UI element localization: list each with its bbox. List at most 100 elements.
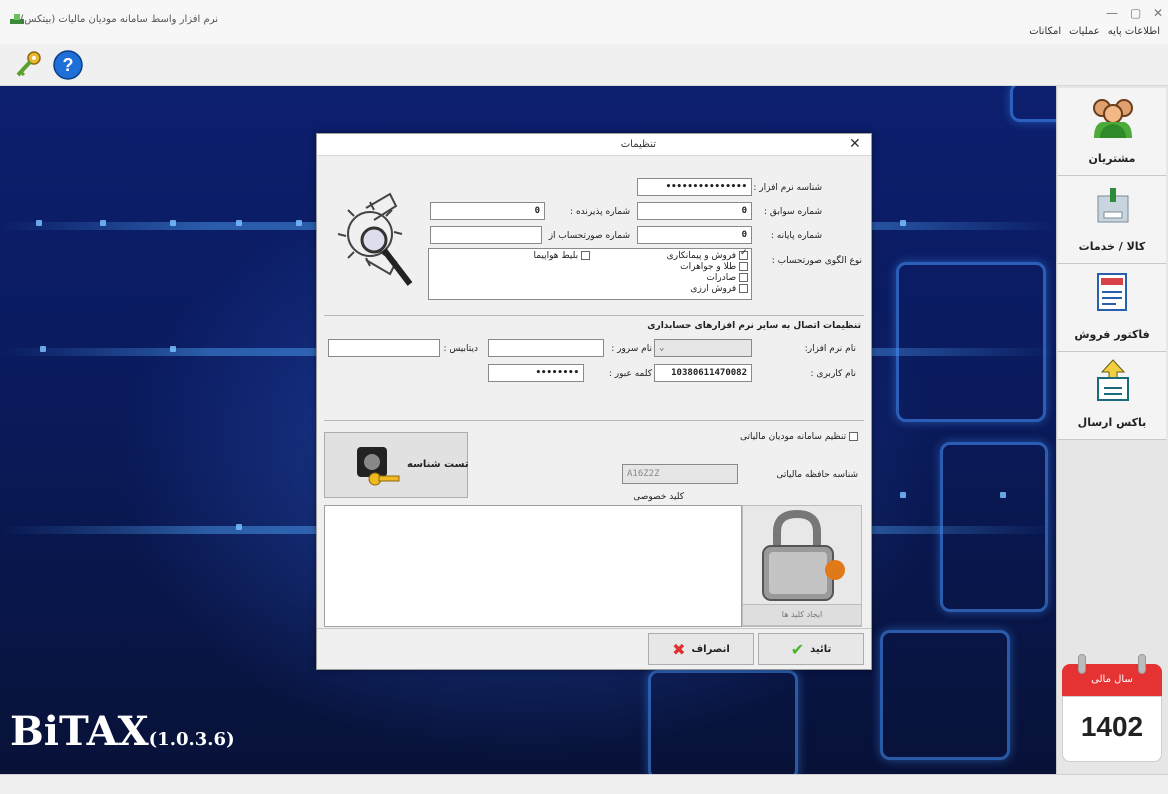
tax-system-setup[interactable]: تنظیم سامانه مودیان مالیاتی bbox=[740, 432, 858, 442]
divider bbox=[324, 315, 864, 316]
calendar-ring bbox=[1138, 654, 1146, 674]
server-name-label: نام سرور : bbox=[611, 344, 652, 354]
checkbox[interactable] bbox=[739, 273, 748, 282]
software-name-select[interactable]: ⌄ bbox=[654, 339, 752, 357]
help-icon[interactable]: ? bbox=[52, 49, 84, 81]
key-lock-icon bbox=[357, 447, 400, 486]
decor-square bbox=[1010, 86, 1056, 122]
pattern-sales-contracting[interactable]: فروش و پیمانکاری bbox=[666, 248, 748, 261]
dialog-title-bar bbox=[317, 134, 871, 156]
test-id-label: تست شناسه bbox=[407, 459, 469, 470]
checkbox[interactable] bbox=[739, 284, 748, 293]
pattern-airline-ticket[interactable]: بلیط هواپیما bbox=[533, 251, 590, 261]
chevron-down-icon: ⌄ bbox=[659, 343, 665, 353]
key-icon[interactable] bbox=[12, 49, 44, 81]
sidebar-item-goods-services[interactable]: کالا / خدمات bbox=[1058, 176, 1166, 264]
pattern-gold-jewelry[interactable]: طلا و جواهرات bbox=[680, 262, 748, 272]
generate-keys-button[interactable]: ایجاد کلید ها bbox=[742, 604, 862, 626]
invoice-from-label: شماره صورتحساب از bbox=[548, 231, 630, 241]
invoice-pattern-label: نوع الگوی صورتحساب : bbox=[771, 256, 862, 266]
password-label: کلمه عبور : bbox=[608, 369, 652, 379]
customers-icon bbox=[1093, 99, 1133, 138]
window-title: نرم افزار واسط سامانه مودیان مالیات (بیت… bbox=[20, 14, 218, 25]
maximize-button[interactable]: ▢ bbox=[1130, 6, 1141, 20]
window-close-button[interactable]: ✕ bbox=[1153, 6, 1163, 20]
memory-id-label: شناسه حافظه مالیاتی bbox=[776, 470, 858, 480]
username-label: نام کاربری : bbox=[810, 369, 856, 379]
menu-item-operations[interactable]: عملیات bbox=[1069, 26, 1100, 37]
terminal-number-field[interactable]: 0 bbox=[637, 226, 752, 244]
cancel-button[interactable]: انصراف ✖ bbox=[648, 633, 754, 665]
minimize-button[interactable]: — bbox=[1106, 6, 1118, 20]
decor-square bbox=[940, 442, 1048, 612]
invoice-from-field[interactable] bbox=[430, 226, 542, 244]
software-id-field[interactable]: ••••••••••••••• bbox=[637, 178, 752, 196]
private-key-textarea[interactable] bbox=[324, 505, 742, 627]
sidebar-item-label: باکس ارسال bbox=[1077, 416, 1147, 429]
decor-dot bbox=[170, 220, 176, 226]
decor-dot bbox=[900, 220, 906, 226]
brand-version: (1.0.3.6) bbox=[148, 729, 235, 750]
checkbox[interactable] bbox=[739, 248, 748, 260]
private-key-label: کلید خصوصی bbox=[633, 492, 684, 502]
brand-logo: BiTAX(1.0.3.6) bbox=[10, 708, 235, 755]
memory-id-field[interactable]: A16Z2Z bbox=[622, 464, 738, 484]
decor-dot bbox=[900, 492, 906, 498]
padlock-icon bbox=[762, 510, 845, 601]
calendar-ring bbox=[1078, 654, 1086, 674]
acceptance-number-field[interactable]: 0 bbox=[430, 202, 545, 220]
goods-services-icon bbox=[1097, 188, 1129, 223]
software-name-label: نام نرم افزار: bbox=[804, 344, 856, 354]
password-field[interactable]: •••••••• bbox=[488, 364, 584, 382]
dialog-title: تنظیمات bbox=[620, 139, 656, 150]
server-name-field[interactable] bbox=[488, 339, 604, 357]
toolbar bbox=[0, 44, 1168, 86]
software-id-label: شناسه نرم افزار : bbox=[753, 183, 822, 193]
confirm-button[interactable]: تائید ✔ bbox=[758, 633, 864, 665]
checkbox[interactable] bbox=[849, 432, 858, 441]
sidebar-item-sales-invoice[interactable]: فاکتور فروش bbox=[1058, 264, 1166, 352]
fiscal-year-calendar[interactable]: سال مالی 1402 bbox=[1062, 650, 1162, 766]
confirm-label: تائید bbox=[810, 643, 832, 655]
checkbox-label: تنظیم سامانه مودیان مالیاتی bbox=[739, 432, 847, 442]
decor-square bbox=[880, 630, 1010, 760]
pattern-exports[interactable]: صادرات bbox=[706, 273, 748, 283]
checkbox-label: فروش و پیمانکاری bbox=[666, 251, 737, 261]
fiscal-year-label: سال مالی bbox=[1062, 664, 1162, 696]
sidebar-item-send-box[interactable]: باکس ارسال bbox=[1058, 352, 1166, 440]
divider bbox=[324, 420, 864, 421]
menu-bar: اطلاعات پایه عملیات امکانات bbox=[1029, 26, 1160, 37]
checkbox[interactable] bbox=[739, 262, 748, 271]
database-label: دیتابیس : bbox=[443, 344, 478, 354]
database-field[interactable] bbox=[328, 339, 440, 357]
decor-dot bbox=[236, 524, 242, 530]
sidebar-item-label: فاکتور فروش bbox=[1074, 328, 1150, 341]
connection-section-title: تنظیمات اتصال به سایر نرم افزارهای حسابد… bbox=[647, 321, 861, 331]
terminal-number-label: شماره پایانه : bbox=[770, 231, 822, 241]
serial-field[interactable]: 0 bbox=[637, 202, 752, 220]
test-id-button[interactable]: تست شناسه bbox=[324, 432, 469, 498]
dialog-close-button[interactable]: ✕ bbox=[849, 136, 861, 152]
svg-text:?: ? bbox=[63, 55, 74, 75]
decor-dot bbox=[1000, 492, 1006, 498]
checkbox[interactable] bbox=[581, 251, 590, 260]
decor-dot bbox=[236, 220, 242, 226]
cross-icon: ✖ bbox=[672, 639, 686, 659]
checkbox-label: فروش ارزی bbox=[690, 284, 737, 294]
checkbox-label: طلا و جواهرات bbox=[680, 262, 737, 272]
decor-dot bbox=[170, 346, 176, 352]
pattern-currency-sales[interactable]: فروش ارزی bbox=[690, 284, 748, 294]
acceptance-number-label: شماره پذیرنده : bbox=[570, 207, 630, 217]
decor-dot bbox=[36, 220, 42, 226]
checkmark-icon: ✔ bbox=[790, 639, 805, 659]
sidebar-item-label: کالا / خدمات bbox=[1078, 240, 1146, 253]
menu-item-features[interactable]: امکانات bbox=[1029, 26, 1061, 37]
decor-square bbox=[648, 670, 798, 774]
decor-dot bbox=[100, 220, 106, 226]
menu-item-base-info[interactable]: اطلاعات پایه bbox=[1108, 26, 1160, 37]
checkbox-label: بلیط هواپیما bbox=[533, 251, 579, 261]
decor-square bbox=[896, 262, 1046, 422]
sidebar-item-label: مشتریان bbox=[1088, 152, 1136, 165]
sidebar-item-customers[interactable]: مشتریان bbox=[1058, 88, 1166, 176]
username-field[interactable]: 10380611470082 bbox=[654, 364, 752, 382]
